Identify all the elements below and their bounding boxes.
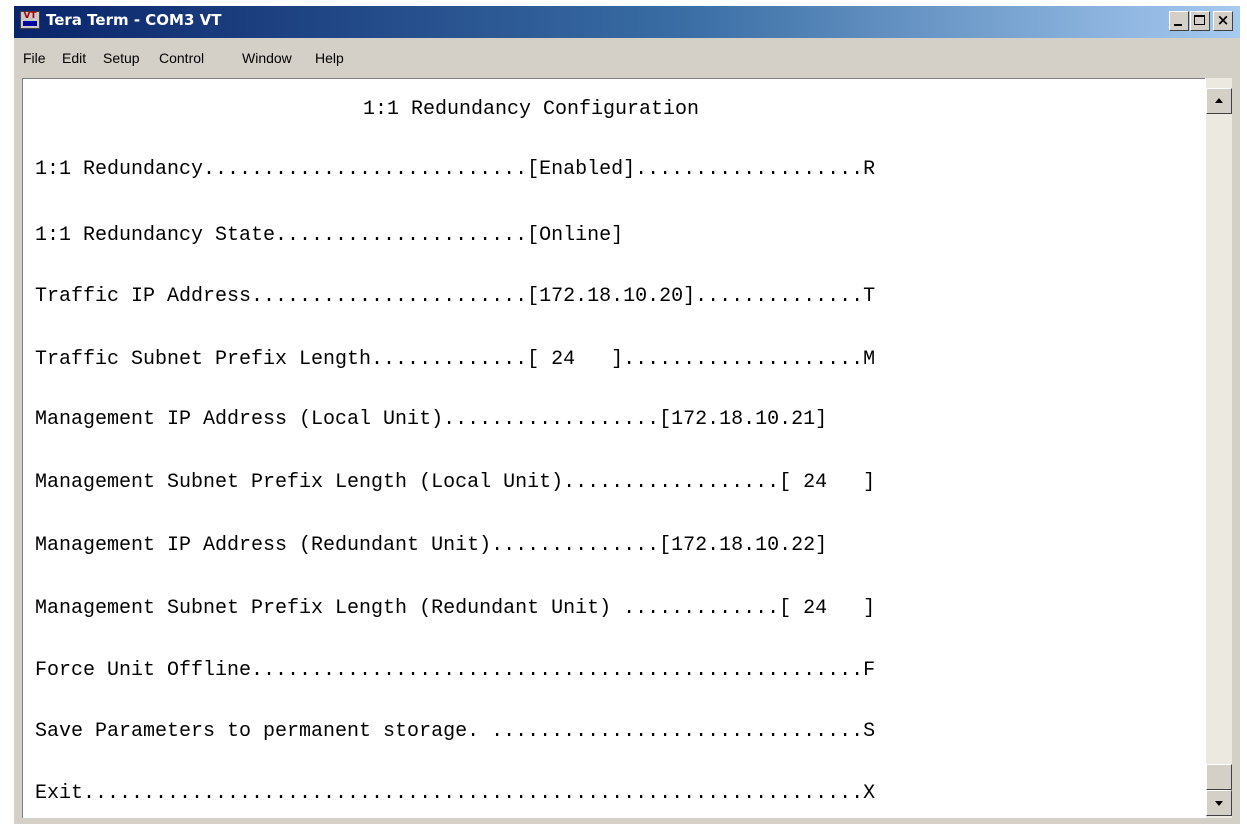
- menu-option-redundancy: 1:1 Redundancy..........................…: [35, 158, 876, 181]
- close-button[interactable]: ×: [1213, 11, 1233, 31]
- scroll-down-arrow-icon: [1215, 801, 1223, 806]
- scroll-up-arrow-icon: [1215, 98, 1223, 103]
- menu-window[interactable]: Window: [242, 50, 292, 66]
- menu-setup[interactable]: Setup: [103, 50, 140, 66]
- window-frame-left: [14, 78, 22, 822]
- menu-option-exit: Exit....................................…: [35, 782, 876, 805]
- scroll-up-button[interactable]: [1206, 88, 1232, 114]
- menu-edit[interactable]: Edit: [62, 50, 86, 66]
- menu-option-save-parameters: Save Parameters to permanent storage. ..…: [35, 720, 876, 743]
- minimize-button[interactable]: [1169, 11, 1189, 31]
- maximize-button[interactable]: [1190, 11, 1210, 31]
- menu-file[interactable]: File: [23, 50, 46, 66]
- teraterm-vt-icon[interactable]: VT: [20, 11, 40, 29]
- menu-option-traffic-prefix: Traffic Subnet Prefix Length............…: [35, 348, 876, 371]
- status-mgmt-prefix-local: Management Subnet Prefix Length (Local U…: [35, 471, 876, 494]
- menu-help[interactable]: Help: [315, 50, 344, 66]
- status-mgmt-prefix-redundant: Management Subnet Prefix Length (Redunda…: [35, 597, 876, 620]
- terminal-heading: 1:1 Redundancy Configuration: [363, 98, 700, 121]
- scroll-down-button[interactable]: [1206, 790, 1232, 816]
- title-bar[interactable]: VT Tera Term - COM3 VT ×: [14, 6, 1240, 38]
- window-title: Tera Term - COM3 VT: [46, 11, 222, 29]
- window-frame-bottom: [14, 818, 1240, 824]
- menu-bar: File Edit Setup Control Window Help: [14, 38, 1240, 78]
- status-mgmt-ip-local: Management IP Address (Local Unit)......…: [35, 408, 828, 431]
- scrollbar-thumb[interactable]: [1206, 764, 1232, 790]
- vertical-scrollbar[interactable]: [1206, 78, 1232, 818]
- window-frame-right: [1232, 78, 1240, 822]
- menu-control[interactable]: Control: [159, 50, 204, 66]
- menu-option-force-offline: Force Unit Offline......................…: [35, 659, 876, 682]
- status-redundancy-state: 1:1 Redundancy State....................…: [35, 224, 624, 247]
- close-icon: ×: [1216, 11, 1230, 29]
- teraterm-window: VT Tera Term - COM3 VT × File Edit Setup…: [0, 0, 1247, 828]
- status-mgmt-ip-redundant: Management IP Address (Redundant Unit)..…: [35, 534, 828, 557]
- menu-option-traffic-ip: Traffic IP Address......................…: [35, 285, 876, 308]
- terminal-screen[interactable]: 1:1 Redundancy Configuration 1:1 Redunda…: [22, 78, 1205, 818]
